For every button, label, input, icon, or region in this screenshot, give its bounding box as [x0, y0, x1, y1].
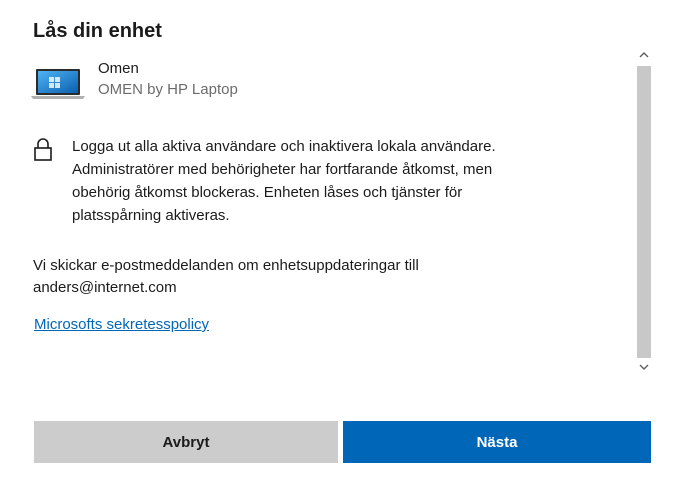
lock-description-line: Administratörer med behörigheter har for…: [72, 161, 493, 178]
lock-device-dialog: Lås din enhet Omen OMEN by HP Laptop Log: [0, 0, 680, 483]
lock-description: Logga ut alla aktiva användare och inakt…: [72, 135, 572, 227]
chevron-up-icon[interactable]: [634, 50, 654, 64]
next-button[interactable]: Nästa: [343, 421, 651, 463]
lock-icon: [34, 138, 52, 161]
email-notice-text: Vi skickar e-postmeddelanden om enhetsup…: [33, 257, 419, 274]
device-model: OMEN by HP Laptop: [98, 81, 238, 98]
lock-description-line: obehörig åtkomst blockeras. Enheten låse…: [72, 184, 463, 201]
lock-description-line: platsspårning aktiveras.: [72, 207, 230, 224]
email-notice: Vi skickar e-postmeddelanden om enhetsup…: [33, 255, 419, 299]
scrollbar-thumb[interactable]: [637, 66, 651, 358]
laptop-icon: [31, 69, 85, 99]
vertical-scrollbar[interactable]: [634, 44, 654, 382]
email-address: anders@internet.com: [33, 279, 177, 296]
lock-description-line: Logga ut alla aktiva användare och inakt…: [72, 138, 496, 155]
privacy-policy-link[interactable]: Microsofts sekretesspolicy: [34, 316, 209, 333]
dialog-title: Lås din enhet: [33, 20, 162, 42]
device-name: Omen: [98, 60, 139, 77]
cancel-button[interactable]: Avbryt: [34, 421, 338, 463]
chevron-down-icon[interactable]: [634, 362, 654, 376]
